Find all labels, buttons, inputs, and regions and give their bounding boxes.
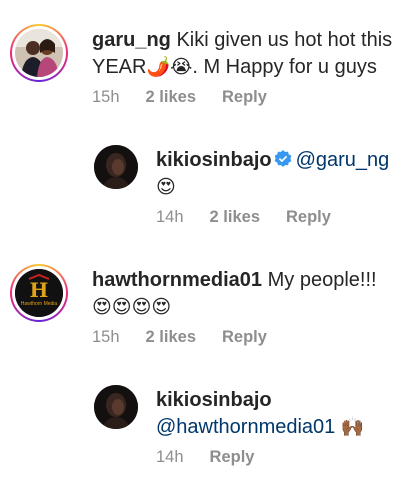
comment-username[interactable]: kikiosinbajo: [156, 149, 272, 171]
hawthorn-logo-icon: H Hawthorn Media: [15, 269, 63, 317]
comment-username[interactable]: hawthornmedia01: [92, 269, 262, 291]
likes-button[interactable]: 2 likes: [210, 208, 260, 226]
comment-text: hawthornmedia01 My people!!! 😍😍😍😍: [92, 267, 402, 321]
heart-eyes-emoji-icon: 😍: [156, 177, 176, 198]
avatar[interactable]: [94, 145, 138, 189]
comment-time: 15h: [92, 88, 120, 106]
comment-username[interactable]: garu_ng: [92, 29, 171, 51]
comment-garu: garu_ng Kiki given us hot hot this YEAR🌶…: [0, 0, 409, 120]
reply-kiki-2: kikiosinbajo @hawthornmedia01 🙌🏾 14h Repl…: [0, 370, 409, 480]
pepper-cry-emoji-icon: 🌶️😭: [146, 57, 193, 78]
avatar[interactable]: H Hawthorn Media: [10, 264, 68, 322]
reply-button[interactable]: Reply: [286, 208, 331, 226]
avatar-photo-icon: [15, 29, 63, 77]
comment-body-tail: . M Happy for u guys: [192, 56, 377, 78]
comment-time: 15h: [92, 328, 120, 346]
comment-text: kikiosinbajo @hawthornmedia01 🙌🏾: [156, 387, 401, 441]
avatar-photo-icon: [94, 385, 138, 429]
comment-text: kikiosinbajo @garu_ng 😍: [156, 147, 401, 201]
comment-hawthorn: H Hawthorn Media hawthornmedia01 My peop…: [0, 250, 409, 360]
heart-eyes-emoji-icon: 😍😍😍😍: [92, 297, 172, 318]
comment-username[interactable]: kikiosinbajo: [156, 389, 272, 411]
comment-body: My people!!!: [267, 269, 377, 291]
svg-text:Hawthorn Media: Hawthorn Media: [21, 301, 58, 307]
comment-meta: 15h 2 likes Reply: [92, 88, 293, 107]
likes-button[interactable]: 2 likes: [146, 88, 196, 106]
likes-button[interactable]: 2 likes: [146, 328, 196, 346]
mention-link[interactable]: @hawthornmedia01: [156, 416, 335, 438]
avatar[interactable]: [94, 385, 138, 429]
verified-badge-icon: [274, 150, 291, 167]
svg-text:H: H: [30, 278, 49, 302]
reply-button[interactable]: Reply: [222, 328, 267, 346]
mention-link[interactable]: @garu_ng: [296, 149, 390, 171]
comment-meta: 14h Reply: [156, 448, 280, 467]
raised-hands-emoji-icon: 🙌🏾: [340, 417, 365, 438]
comment-meta: 15h 2 likes Reply: [92, 328, 293, 347]
avatar[interactable]: [10, 24, 68, 82]
avatar-photo-icon: [94, 145, 138, 189]
comment-text: garu_ng Kiki given us hot hot this YEAR🌶…: [92, 27, 402, 81]
comment-time: 14h: [156, 208, 184, 226]
comment-time: 14h: [156, 448, 184, 466]
reply-button[interactable]: Reply: [222, 88, 267, 106]
reply-button[interactable]: Reply: [210, 448, 255, 466]
comment-meta: 14h 2 likes Reply: [156, 208, 357, 227]
reply-kiki-1: kikiosinbajo @garu_ng 😍 14h 2 likes Reply: [0, 130, 409, 240]
